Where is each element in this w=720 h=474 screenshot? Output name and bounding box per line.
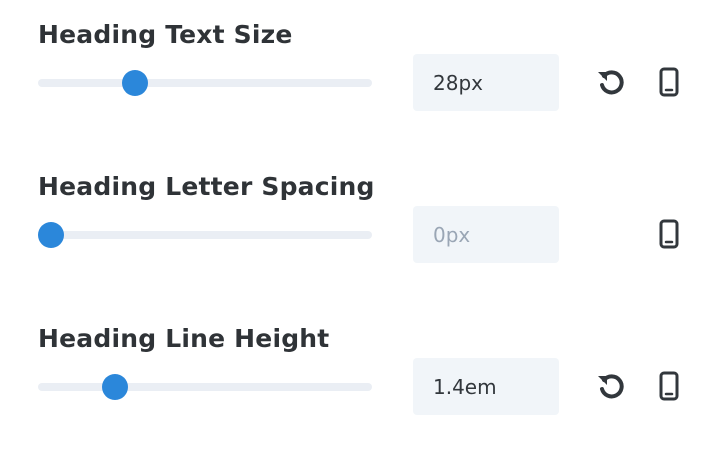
mobile-phone-icon[interactable] <box>652 65 686 99</box>
slider-thumb[interactable] <box>38 222 65 248</box>
line-height-slider[interactable] <box>38 374 372 400</box>
letter-spacing-slider[interactable] <box>38 222 372 248</box>
slider-track[interactable] <box>38 383 372 391</box>
setting-heading-letter-spacing: Heading Letter Spacing <box>0 172 720 302</box>
setting-heading-text-size: Heading Text Size <box>0 20 720 150</box>
reset-icon[interactable] <box>594 369 628 403</box>
text-size-slider[interactable] <box>38 70 372 96</box>
setting-label: Heading Text Size <box>38 20 293 49</box>
setting-heading-line-height: Heading Line Height <box>0 324 720 454</box>
slider-thumb[interactable] <box>101 374 128 400</box>
slider-thumb[interactable] <box>121 70 148 96</box>
slider-track[interactable] <box>38 231 372 239</box>
setting-label: Heading Line Height <box>38 324 330 353</box>
mobile-phone-icon[interactable] <box>652 217 686 251</box>
setting-label: Heading Letter Spacing <box>38 172 375 201</box>
mobile-phone-icon[interactable] <box>652 369 686 403</box>
line-height-input[interactable] <box>413 358 559 415</box>
slider-track[interactable] <box>38 79 372 87</box>
letter-spacing-input[interactable] <box>413 206 559 263</box>
text-size-input[interactable] <box>413 54 559 111</box>
reset-icon[interactable] <box>594 65 628 99</box>
